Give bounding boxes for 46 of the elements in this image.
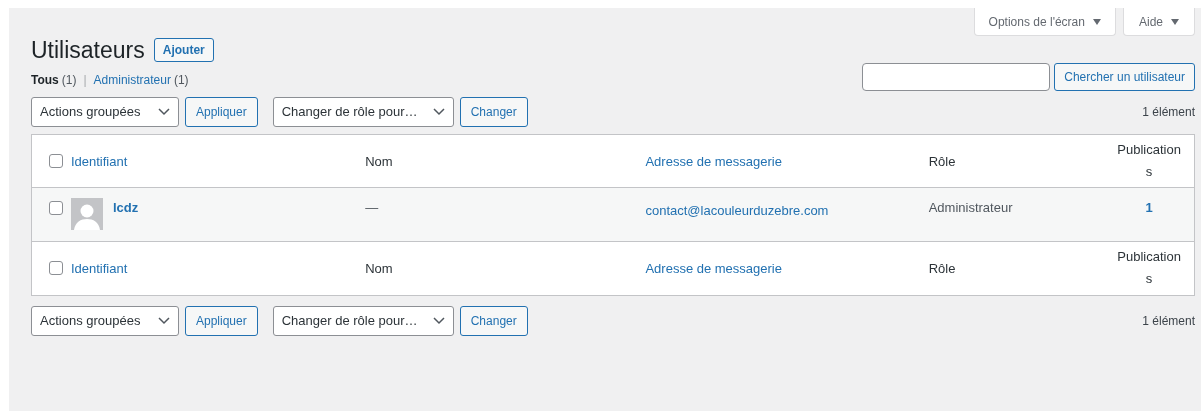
column-header[interactable]: Identifiant: [70, 153, 128, 169]
column-header: Nom: [365, 153, 393, 169]
filter-link[interactable]: Tous: [31, 70, 59, 89]
column-header: Rôle: [928, 153, 956, 169]
chevron-down-icon: [432, 316, 445, 325]
search-users-button[interactable]: Chercher un utilisateur: [1054, 62, 1195, 91]
apply-button[interactable]: Appliquer: [185, 96, 258, 127]
checkbox[interactable]: [49, 153, 64, 168]
filter-link[interactable]: Administrateur: [93, 70, 171, 89]
table-cell-text: —: [365, 198, 380, 217]
add-user-button[interactable]: Ajouter: [153, 38, 214, 63]
change-button[interactable]: Changer: [459, 305, 528, 336]
dropdown-triangle-icon: [1092, 18, 1101, 25]
column-header: Publications: [1116, 140, 1182, 181]
chevron-down-icon: [158, 107, 170, 116]
bulk-actions-select[interactable]: Actions groupées: [31, 96, 179, 127]
filter-count: (1): [61, 71, 77, 89]
bulk-actions-select[interactable]: Actions groupées: [31, 305, 179, 336]
change-role-select[interactable]: Changer de rôle pour…: [272, 305, 454, 336]
filter-count: (1): [173, 71, 189, 89]
apply-button[interactable]: Appliquer: [185, 305, 258, 336]
column-header[interactable]: Adresse de messagerie: [645, 153, 782, 169]
screen-options-tab[interactable]: Options de l'écran: [973, 8, 1116, 36]
avatar-icon: [70, 197, 103, 230]
page-title: Utilisateurs: [31, 36, 145, 65]
item-count: 1 élément: [1142, 312, 1195, 330]
posts-count-link[interactable]: 1: [1145, 197, 1153, 217]
chevron-down-icon: [432, 107, 445, 116]
table-cell-text: Administrateur: [928, 198, 1014, 217]
checkbox[interactable]: [49, 261, 64, 275]
item-count: 1 élément: [1142, 103, 1195, 121]
column-header[interactable]: Identifiant: [70, 261, 128, 276]
column-header: Publications: [1116, 248, 1182, 288]
separator: |: [83, 71, 87, 89]
username-link[interactable]: lcdz: [112, 197, 139, 217]
checkbox[interactable]: [49, 200, 64, 215]
search-field[interactable]: [862, 62, 1051, 91]
dropdown-triangle-icon: [1171, 18, 1179, 25]
chevron-down-icon: [158, 316, 170, 325]
change-role-select[interactable]: Changer de rôle pour…: [272, 96, 454, 127]
change-button[interactable]: Changer: [459, 96, 528, 127]
column-header[interactable]: Adresse de messagerie: [645, 261, 782, 276]
column-header: Rôle: [928, 261, 956, 276]
email-link[interactable]: contact@lacouleurduzebre.com: [645, 202, 829, 218]
column-header: Nom: [365, 261, 393, 276]
help-tab[interactable]: Aide: [1122, 8, 1195, 36]
